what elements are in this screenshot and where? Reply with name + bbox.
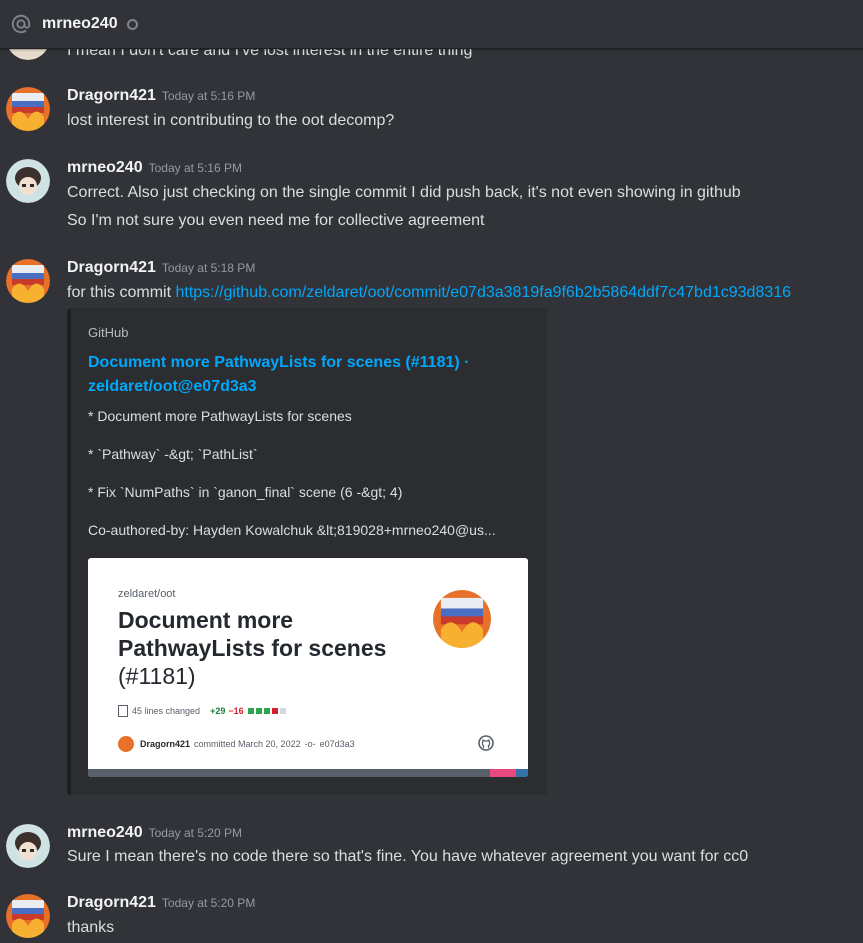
embed-description-line: Co-authored-by: Hayden Kowalchuk &lt;819… — [88, 522, 496, 538]
timestamp: Today at 5:16 PM — [148, 161, 242, 175]
lines-changed: 45 lines changed — [132, 706, 201, 716]
avatar[interactable] — [6, 87, 50, 131]
card-avatar — [433, 590, 491, 648]
author-name[interactable]: Dragorn421 — [67, 259, 156, 276]
message-text: for this commit https://github.com/zelda… — [67, 284, 791, 302]
author-name[interactable]: mrneo240 — [67, 824, 143, 841]
message-list: I mean I don't care and I've lost intere… — [0, 0, 863, 943]
message-text: So I'm not sure you even need me for col… — [67, 212, 485, 229]
message-text: Correct. Also just checking on the singl… — [67, 184, 741, 201]
at-icon — [9, 12, 33, 36]
diff-square — [263, 708, 270, 714]
avatar[interactable] — [6, 259, 50, 303]
diff-square — [271, 708, 278, 714]
card-bottom-bar — [88, 769, 528, 777]
github-icon — [478, 735, 494, 756]
message-author[interactable]: mrneo240 Today at 5:20 PM — [67, 824, 242, 842]
deletions: −16 — [228, 706, 244, 716]
embed-provider[interactable]: GitHub — [88, 325, 128, 340]
card-author-avatar — [118, 736, 134, 752]
card-sha: e07d3a3 — [319, 739, 355, 749]
diff-square — [279, 708, 286, 714]
channel-header: mrneo240 — [0, 0, 863, 49]
embed-description-line: * Document more PathwayLists for scenes — [88, 408, 352, 424]
author-name[interactable]: Dragorn421 — [67, 894, 156, 911]
additions: +29 — [210, 706, 226, 716]
card-repo: zeldaret/oot — [118, 588, 176, 600]
message-text: thanks — [67, 919, 115, 936]
embed-description-line: * Fix `NumPaths` in `ganon_final` scene … — [88, 484, 403, 500]
diff-square — [247, 708, 254, 714]
diff-square — [255, 708, 262, 714]
timestamp: Today at 5:18 PM — [161, 261, 256, 275]
card-pr-number: (#1181) — [118, 663, 196, 689]
card-title: Document more PathwayLists for scenes (#… — [118, 606, 418, 690]
avatar[interactable] — [6, 894, 50, 938]
message-author[interactable]: mrneo240 Today at 5:16 PM — [67, 159, 242, 177]
card-footer: Dragorn421 committed March 20, 2022 -o- … — [118, 736, 355, 752]
avatar[interactable] — [6, 824, 50, 868]
author-name[interactable]: Dragorn421 — [67, 87, 156, 104]
timestamp: Today at 5:20 PM — [148, 826, 242, 840]
timestamp: Today at 5:16 PM — [161, 89, 256, 103]
card-author: Dragorn421 — [140, 739, 191, 749]
commit-link[interactable]: https://github.com/zeldaret/oot/commit/e… — [175, 284, 791, 301]
message-text-prefix: for this commit — [67, 284, 176, 301]
message-author[interactable]: Dragorn421 Today at 5:18 PM — [67, 259, 255, 277]
commit-icon: -o- — [304, 739, 316, 749]
link-embed: GitHub Document more PathwayLists for sc… — [67, 308, 547, 795]
message-text: Sure I mean there's no code there so tha… — [67, 848, 749, 865]
file-diff-icon — [118, 705, 128, 717]
card-title-text: Document more PathwayLists for scenes — [118, 607, 387, 661]
card-stats: 45 lines changed +29 −16 — [118, 705, 286, 717]
embed-title[interactable]: Document more PathwayLists for scenes (#… — [88, 351, 508, 399]
message-author[interactable]: Dragorn421 Today at 5:20 PM — [67, 894, 255, 912]
card-committed: committed March 20, 2022 — [194, 739, 301, 749]
embed-description-line: * `Pathway` -&gt; `PathList` — [88, 446, 258, 462]
message-author[interactable]: Dragorn421 Today at 5:16 PM — [67, 87, 255, 105]
message-text: lost interest in contributing to the oot… — [67, 112, 395, 129]
dm-username[interactable]: mrneo240 — [42, 15, 118, 33]
author-name[interactable]: mrneo240 — [67, 159, 143, 176]
timestamp: Today at 5:20 PM — [161, 896, 256, 910]
avatar[interactable] — [6, 159, 50, 203]
offline-status-icon — [126, 18, 138, 30]
embed-image[interactable]: zeldaret/oot Document more PathwayLists … — [88, 558, 528, 777]
